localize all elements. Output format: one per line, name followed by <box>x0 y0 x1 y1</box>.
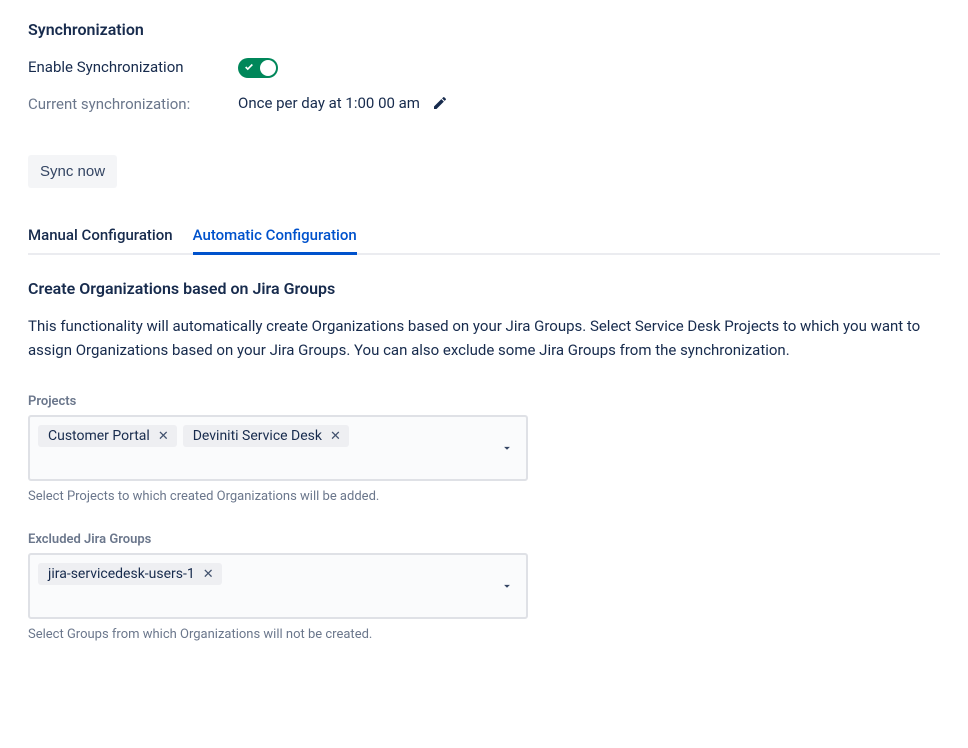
tab-manual-configuration[interactable]: Manual Configuration <box>28 218 173 255</box>
project-tag-label: Customer Portal <box>48 428 150 444</box>
chevron-down-icon[interactable] <box>500 579 514 597</box>
toggle-knob <box>260 60 276 76</box>
close-icon[interactable]: ✕ <box>201 568 216 581</box>
check-icon <box>244 62 254 74</box>
close-icon[interactable]: ✕ <box>328 430 343 443</box>
excluded-group-tag: jira-servicedesk-users-1 ✕ <box>38 563 222 585</box>
sync-now-button[interactable]: Sync now <box>28 155 117 188</box>
tab-automatic-configuration[interactable]: Automatic Configuration <box>193 218 357 255</box>
project-tag-label: Deviniti Service Desk <box>193 428 322 444</box>
config-tabs: Manual Configuration Automatic Configura… <box>28 216 940 255</box>
excluded-groups-label: Excluded Jira Groups <box>28 532 940 547</box>
project-tag: Customer Portal ✕ <box>38 425 177 447</box>
projects-label: Projects <box>28 394 940 409</box>
projects-hint: Select Projects to which created Organiz… <box>28 489 940 504</box>
auto-section-description: This functionality will automatically cr… <box>28 314 940 362</box>
section-title: Synchronization <box>28 20 940 39</box>
project-tag: Deviniti Service Desk ✕ <box>183 425 349 447</box>
current-sync-label: Current synchronization: <box>28 94 238 115</box>
enable-sync-label: Enable Synchronization <box>28 57 238 78</box>
auto-section-heading: Create Organizations based on Jira Group… <box>28 279 940 298</box>
excluded-groups-hint: Select Groups from which Organizations w… <box>28 627 940 642</box>
excluded-groups-multiselect[interactable]: jira-servicedesk-users-1 ✕ <box>28 553 528 619</box>
projects-multiselect[interactable]: Customer Portal ✕ Deviniti Service Desk ✕ <box>28 415 528 481</box>
chevron-down-icon[interactable] <box>500 441 514 459</box>
enable-sync-toggle[interactable] <box>238 58 278 78</box>
current-sync-value: Once per day at 1:00 00 am <box>238 94 420 112</box>
edit-schedule-button[interactable] <box>432 95 448 111</box>
excluded-group-tag-label: jira-servicedesk-users-1 <box>48 566 195 582</box>
close-icon[interactable]: ✕ <box>156 430 171 443</box>
